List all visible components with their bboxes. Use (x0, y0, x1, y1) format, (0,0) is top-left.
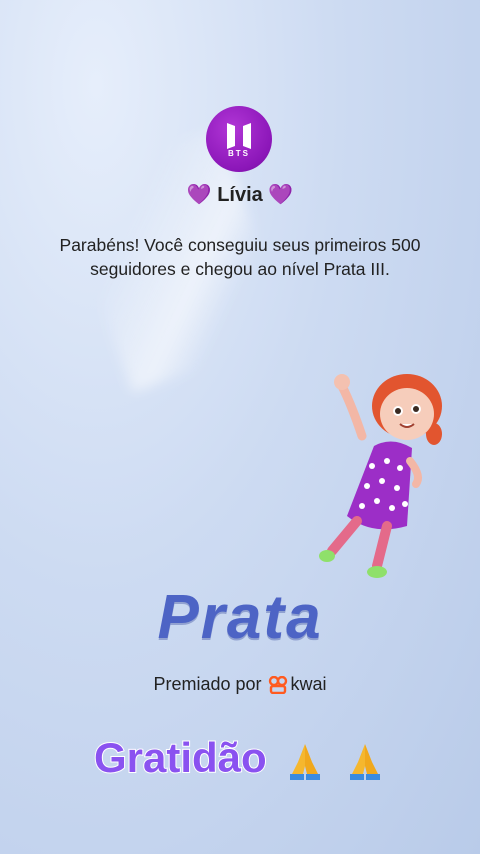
bts-logo-icon (227, 122, 251, 149)
awarded-by-label: Premiado por (153, 674, 262, 694)
caption: Gratidão (0, 733, 480, 782)
username: 💜 Lívia 💜 (0, 182, 480, 207)
kwai-logo-icon (268, 675, 287, 694)
awarded-by: Premiado por kwai (0, 674, 480, 695)
level-title: Prata (157, 583, 323, 652)
achievement-message: Parabéns! Você conseguiu seus primeiros … (59, 235, 421, 279)
folded-hands-icon (350, 743, 381, 780)
kwai-brand-name: kwai (290, 674, 327, 694)
purple-heart-icon: 💜 (268, 184, 294, 206)
dancing-girl-illustration (319, 374, 442, 578)
folded-hands-icon (290, 743, 321, 780)
avatar-text: BTS (228, 148, 250, 158)
purple-heart-icon: 💜 (186, 184, 212, 206)
caption-text: Gratidão (93, 733, 268, 782)
kwai-brand[interactable]: kwai (268, 674, 327, 695)
avatar[interactable]: BTS (206, 106, 272, 172)
username-text: Lívia (217, 184, 263, 206)
